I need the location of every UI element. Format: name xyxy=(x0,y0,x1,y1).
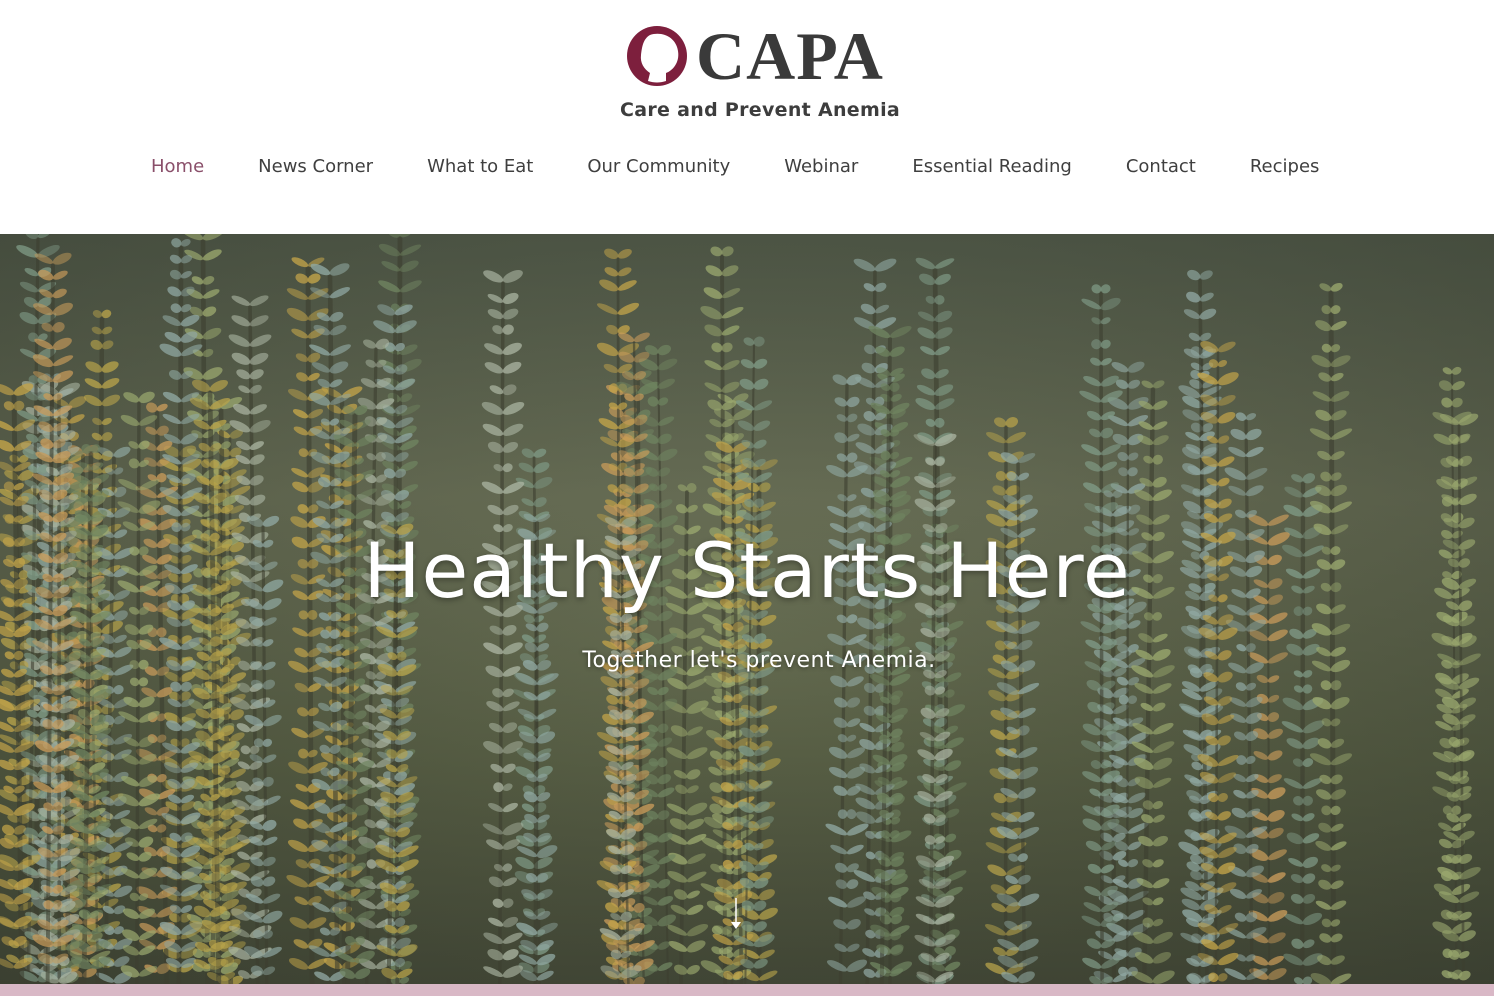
logo-wordmark: CAPA xyxy=(696,18,884,94)
nav-item-contact[interactable]: Contact xyxy=(1126,156,1196,177)
nav-item-news-corner[interactable]: News Corner xyxy=(258,156,373,177)
nav-item-what-to-eat[interactable]: What to Eat xyxy=(427,156,533,177)
nav-item-recipes[interactable]: Recipes xyxy=(1250,156,1320,177)
nav-item-home[interactable]: Home xyxy=(151,156,204,177)
arrow-down-icon[interactable] xyxy=(728,898,744,932)
hero-title: Healthy Starts Here xyxy=(363,526,1131,615)
capa-logo-icon xyxy=(627,26,687,86)
nav-item-essential-reading[interactable]: Essential Reading xyxy=(912,156,1072,177)
section-divider-strip xyxy=(0,984,1494,996)
main-navigation: Home News Corner What to Eat Our Communi… xyxy=(151,152,1319,180)
site-header: CAPA Care and Prevent Anemia Home News C… xyxy=(0,0,1494,234)
site-logo[interactable]: CAPA xyxy=(626,22,884,90)
hero-subtitle: Together let's prevent Anemia. xyxy=(582,648,936,673)
site-tagline: Care and Prevent Anemia xyxy=(619,99,901,121)
nav-item-our-community[interactable]: Our Community xyxy=(587,156,730,177)
nav-item-webinar[interactable]: Webinar xyxy=(784,156,858,177)
hero-banner: Healthy Starts Here Together let's preve… xyxy=(0,234,1494,984)
